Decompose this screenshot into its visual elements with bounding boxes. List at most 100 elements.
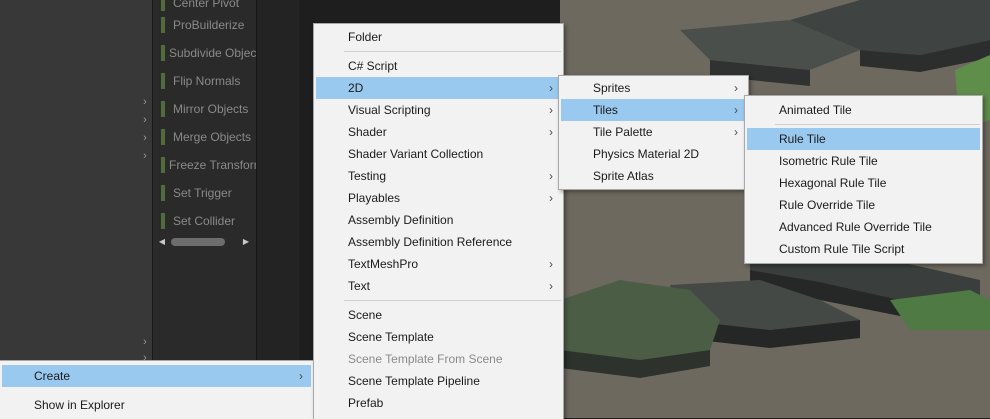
menu-item-label: Prefab <box>348 396 384 410</box>
tiles-item-advanced-rule-override-tile[interactable]: Advanced Rule Override Tile <box>747 216 980 238</box>
scroll-left-icon[interactable]: ◀ <box>157 235 167 248</box>
context-menu-item-create[interactable]: Create › <box>2 365 311 387</box>
menu-item-label: Hexagonal Rule Tile <box>779 176 887 190</box>
create-menu: Folder C# Script 2D › Visual Scripting › S… <box>313 23 564 419</box>
probuilder-label: Mirror Objects <box>173 102 249 116</box>
create-item-visual-scripting[interactable]: Visual Scripting › <box>316 99 561 121</box>
tiles-item-animated-tile[interactable]: Animated Tile <box>747 99 980 121</box>
chevron-right-icon: › <box>549 125 553 139</box>
menu-item-label: Shader <box>348 125 387 139</box>
create-item-text[interactable]: Text › <box>316 275 561 297</box>
chevron-right-icon: › <box>299 369 303 383</box>
menu-item-label: Isometric Rule Tile <box>779 154 878 168</box>
menu-2d-item-sprites[interactable]: Sprites › <box>561 77 746 99</box>
create-item-textmeshpro[interactable]: TextMeshPro › <box>316 253 561 275</box>
probuilder-button-center-pivot[interactable]: Center Pivot <box>157 0 257 14</box>
horizontal-scrollbar[interactable]: ◀ ▶ <box>157 235 251 248</box>
menu-2d-item-sprite-atlas[interactable]: Sprite Atlas <box>561 165 746 187</box>
create-item-csharp-script[interactable]: C# Script <box>316 55 561 77</box>
probuilder-button-freeze[interactable]: Freeze Transform <box>157 154 257 176</box>
probuilder-label: ProBuilderize <box>173 18 245 32</box>
menu-separator <box>344 300 561 301</box>
chevron-right-icon: › <box>549 81 553 95</box>
context-menu-item-show-in-explorer[interactable]: Show in Explorer <box>2 394 311 416</box>
create-item-playables[interactable]: Playables › <box>316 187 561 209</box>
menu-2d-item-tile-palette[interactable]: Tile Palette › <box>561 121 746 143</box>
chevron-right-icon[interactable]: › <box>138 131 152 145</box>
create-item-scene[interactable]: Scene <box>316 304 561 326</box>
create-item-assembly-definition-reference[interactable]: Assembly Definition Reference <box>316 231 561 253</box>
chevron-right-icon: › <box>549 191 553 205</box>
menu-2d-item-tiles[interactable]: Tiles › <box>561 99 746 121</box>
tiles-item-hexagonal-rule-tile[interactable]: Hexagonal Rule Tile <box>747 172 980 194</box>
probuilder-button-flip-normals[interactable]: Flip Normals <box>157 70 257 92</box>
probuilder-color-bar <box>161 101 165 117</box>
probuilder-color-bar <box>161 157 165 173</box>
menu-item-label: Assembly Definition Reference <box>348 235 513 249</box>
menu-item-label: Rule Tile <box>779 132 826 146</box>
probuilder-label: Subdivide Objects <box>169 46 257 60</box>
chevron-right-icon: › <box>549 169 553 183</box>
menu-item-label: Advanced Rule Override Tile <box>779 220 932 234</box>
chevron-right-icon: › <box>734 103 738 117</box>
menu-item-label: Sprite Atlas <box>593 169 654 183</box>
chevron-right-icon[interactable]: › <box>138 95 152 109</box>
probuilder-color-bar <box>161 0 165 11</box>
probuilder-color-bar <box>161 45 165 61</box>
scrollbar-thumb[interactable] <box>171 238 225 246</box>
menu-item-label: Rule Override Tile <box>779 198 876 212</box>
create-item-testing[interactable]: Testing › <box>316 165 561 187</box>
create-item-2d[interactable]: 2D › <box>316 77 561 99</box>
menu-tiles: Animated Tile Rule Tile Isometric Rule T… <box>744 95 983 264</box>
menu-item-label: Create <box>34 369 71 383</box>
chevron-right-icon[interactable]: › <box>138 113 152 127</box>
probuilder-button-set-trigger[interactable]: Set Trigger <box>157 182 257 204</box>
chevron-right-icon: › <box>734 125 738 139</box>
chevron-right-icon[interactable]: › <box>138 149 152 163</box>
probuilder-button-probuilderize[interactable]: ProBuilderize <box>157 14 257 36</box>
create-item-scene-template-pipeline[interactable]: Scene Template Pipeline <box>316 370 561 392</box>
create-item-shader-variant-collection[interactable]: Shader Variant Collection <box>316 143 561 165</box>
probuilder-button-mirror[interactable]: Mirror Objects <box>157 98 257 120</box>
panel-divider <box>256 0 299 360</box>
create-item-assembly-definition[interactable]: Assembly Definition <box>316 209 561 231</box>
create-item-prefab[interactable]: Prefab <box>316 392 561 414</box>
chevron-right-icon[interactable]: › <box>138 335 152 349</box>
probuilder-button-subdivide[interactable]: Subdivide Objects <box>157 42 257 64</box>
left-editor-pane: › › › › › › <box>0 0 152 418</box>
project-context-menu: Create › Show in Explorer <box>0 360 313 419</box>
menu-item-label: Scene <box>348 308 383 322</box>
probuilder-color-bar <box>161 73 165 89</box>
tiles-item-custom-rule-tile-script[interactable]: Custom Rule Tile Script <box>747 238 980 260</box>
menu-item-label: C# Script <box>348 59 398 73</box>
menu-item-label: Custom Rule Tile Script <box>779 242 905 256</box>
probuilder-color-bar <box>161 185 165 201</box>
menu-item-label: Scene Template <box>348 330 434 344</box>
menu-item-label: Shader Variant Collection <box>348 147 484 161</box>
menu-item-label: Scene Template Pipeline <box>348 374 480 388</box>
tiles-item-rule-override-tile[interactable]: Rule Override Tile <box>747 194 980 216</box>
menu-2d-item-physics-material-2d[interactable]: Physics Material 2D <box>561 143 746 165</box>
probuilder-label: Center Pivot <box>173 0 240 10</box>
probuilder-color-bar <box>161 213 165 229</box>
menu-item-label: Animated Tile <box>779 103 852 117</box>
chevron-right-icon: › <box>549 103 553 117</box>
tiles-item-rule-tile[interactable]: Rule Tile <box>747 128 980 150</box>
menu-separator <box>775 124 980 125</box>
probuilder-button-merge[interactable]: Merge Objects <box>157 126 257 148</box>
menu-item-label: Text <box>348 279 371 293</box>
chevron-right-icon: › <box>549 279 553 293</box>
create-item-scene-template[interactable]: Scene Template <box>316 326 561 348</box>
create-item-folder[interactable]: Folder <box>316 26 561 48</box>
probuilder-button-set-collider[interactable]: Set Collider <box>157 210 257 232</box>
probuilder-color-bar <box>161 129 165 145</box>
menu-item-label: Testing <box>348 169 387 183</box>
menu-item-label: Tile Palette <box>593 125 653 139</box>
menu-item-label: Sprites <box>593 81 631 95</box>
tiles-item-isometric-rule-tile[interactable]: Isometric Rule Tile <box>747 150 980 172</box>
create-item-shader[interactable]: Shader › <box>316 121 561 143</box>
probuilder-label: Freeze Transform <box>169 158 257 172</box>
menu-item-label: Playables <box>348 191 401 205</box>
chevron-right-icon: › <box>734 81 738 95</box>
scroll-right-icon[interactable]: ▶ <box>241 235 251 248</box>
